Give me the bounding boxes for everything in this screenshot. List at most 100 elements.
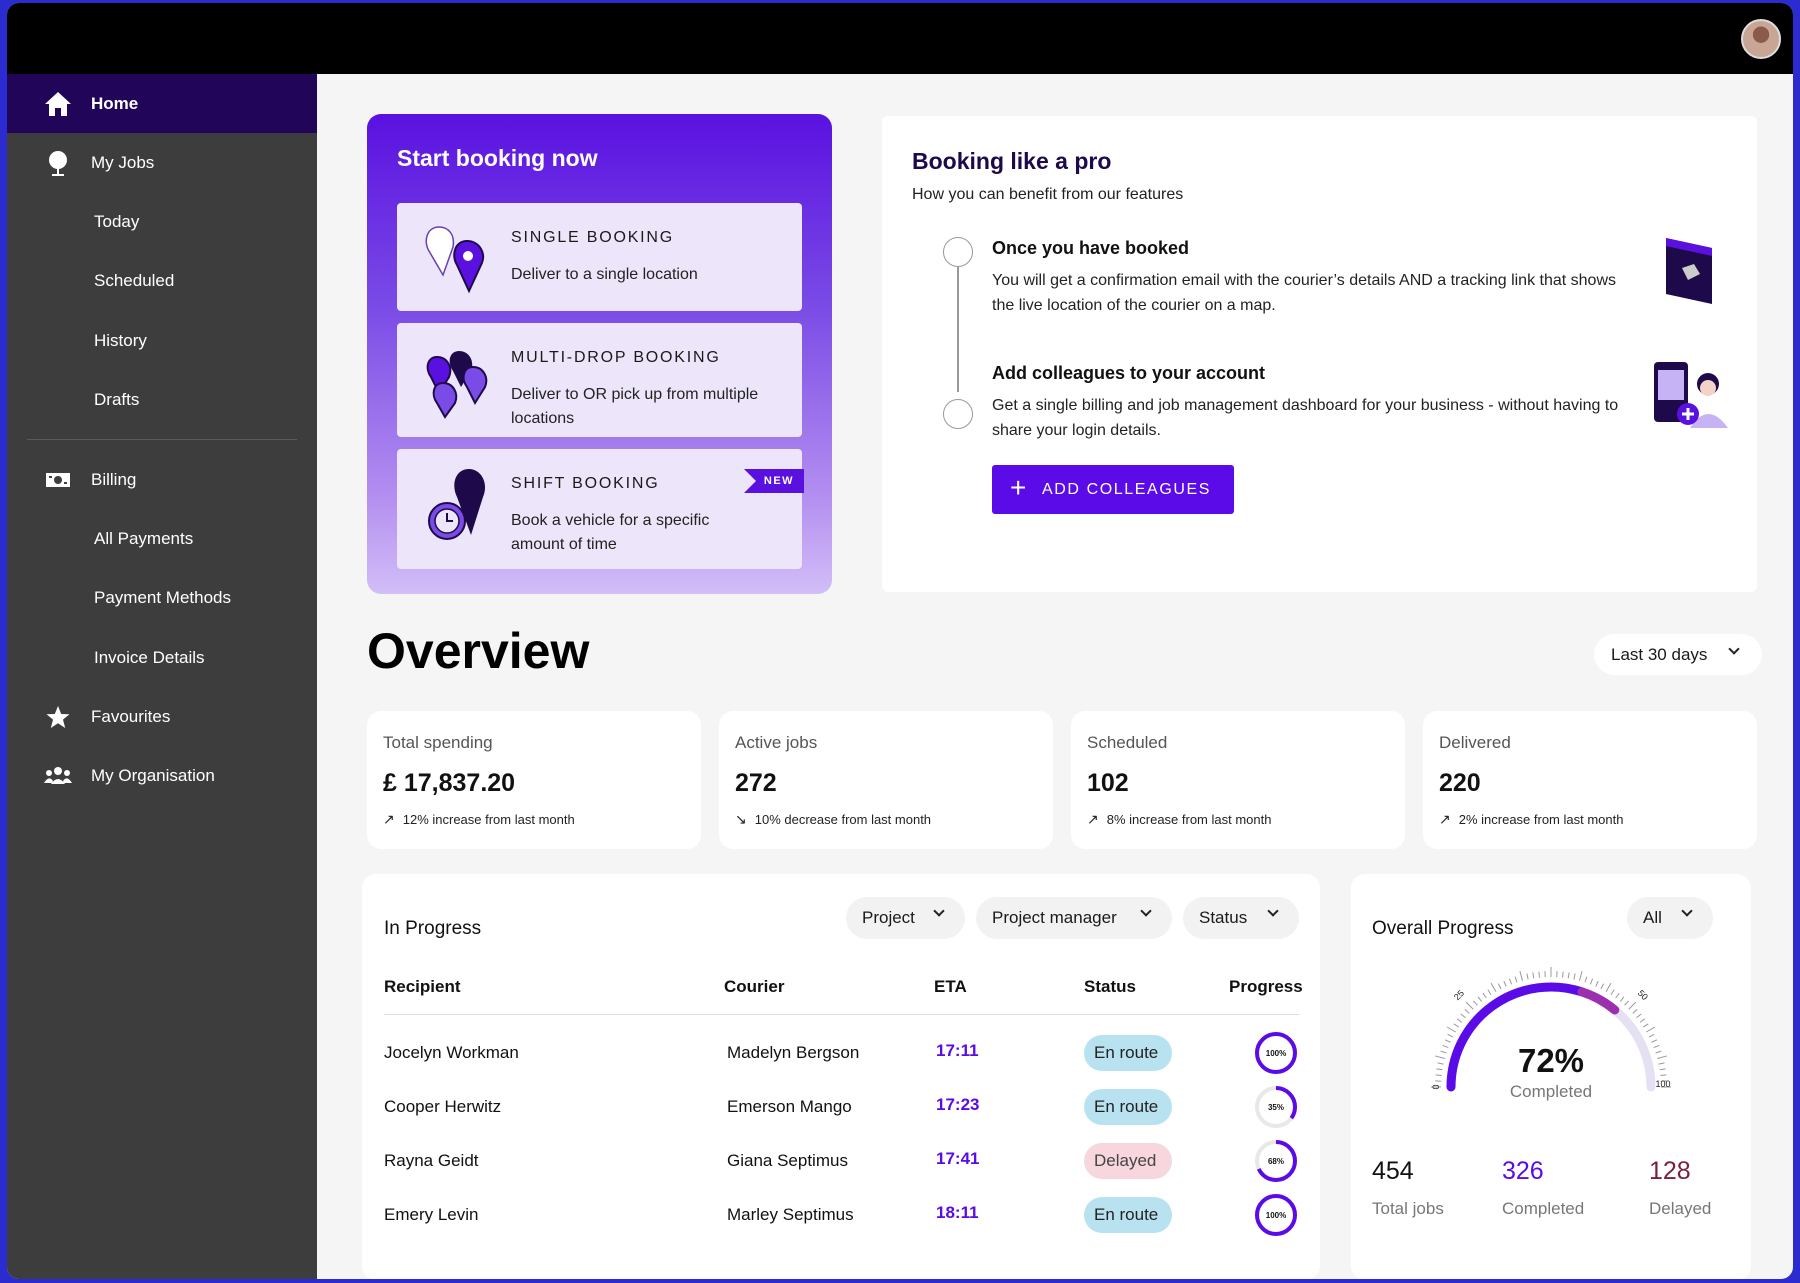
gauge-tick — [1578, 970, 1583, 981]
single-pin-icon — [425, 226, 485, 294]
step-desc: Get a single billing and job management … — [992, 397, 1619, 439]
single-booking-option[interactable]: SINGLE BOOKING Deliver to a single locat… — [397, 203, 802, 311]
gauge-tick — [1519, 970, 1524, 981]
sidebar-item-home[interactable]: Home — [7, 74, 317, 133]
sidebar-item-label: Drafts — [94, 389, 140, 409]
chevron-down-icon — [1728, 643, 1740, 655]
tracking-screen-icon — [1666, 238, 1712, 304]
add-colleagues-button[interactable]: + ADD COLLEAGUES — [992, 465, 1234, 514]
multi-drop-booking-option[interactable]: MULTI-DROP BOOKING Deliver to OR pick up… — [397, 323, 802, 437]
gauge-tick — [1610, 989, 1615, 996]
date-range-select[interactable]: Last 30 days — [1594, 634, 1762, 675]
table-row[interactable]: Emery Levin Marley Septimus 18:11 En route 1… — [362, 1188, 1320, 1242]
recipient-cell: Jocelyn Workman — [384, 1043, 519, 1062]
stat-label: Active jobs — [735, 733, 818, 752]
chevron-down-icon — [933, 905, 945, 917]
sidebar-item-scheduled[interactable]: Scheduled — [7, 251, 317, 310]
sidebar-item-billing[interactable]: Billing — [7, 450, 317, 509]
overall-progress-card: Overall Progress All 0 25 50 100 72% Com… — [1351, 874, 1751, 1279]
project-filter[interactable]: Project — [846, 897, 965, 939]
option-desc: Book a vehicle for a specific amount of … — [511, 512, 710, 553]
sidebar-divider — [27, 439, 297, 440]
status-badge: Delayed — [1084, 1143, 1172, 1179]
sidebar-item-label: Payment Methods — [94, 587, 232, 607]
gauge-tick — [1482, 992, 1487, 999]
sidebar-item-label: My Organisation — [91, 765, 215, 785]
recipient-cell: Rayna Geidt — [384, 1151, 479, 1170]
stat-card-active-jobs: Active jobs 272 ↘ 10% decrease from last … — [719, 711, 1053, 849]
gauge-tick — [1538, 971, 1540, 978]
date-range-value: Last 30 days — [1611, 644, 1708, 664]
gauge-tick — [1648, 1033, 1655, 1038]
option-title: MULTI-DROP BOOKING — [511, 349, 721, 366]
filter-label: All — [1643, 908, 1662, 927]
gauge-tick — [1532, 972, 1535, 979]
gauge-tick — [1646, 1026, 1656, 1033]
stat-value: 102 — [1087, 769, 1129, 797]
gauge-tick — [1600, 983, 1605, 990]
sidebar-item-my-jobs[interactable]: My Jobs — [7, 133, 317, 192]
shift-booking-option[interactable]: SHIFT BOOKING Book a vehicle for a speci… — [397, 449, 804, 569]
gauge-tick — [1487, 989, 1492, 996]
column-header-eta: ETA — [934, 977, 967, 996]
sidebar-item-drafts[interactable]: Drafts — [7, 370, 317, 429]
new-badge: NEW — [744, 469, 804, 493]
progress-ring-label: 100% — [1266, 1049, 1286, 1058]
gauge-tick — [1456, 1018, 1463, 1023]
stat-trend-text: 2% increase from last month — [1458, 812, 1624, 827]
eta-cell: 17:11 — [936, 1041, 979, 1060]
status-filter[interactable]: Status — [1183, 897, 1299, 939]
gauge-tick — [1624, 1000, 1629, 1006]
avatar[interactable] — [1741, 19, 1781, 59]
stat-label: Delivered — [1439, 733, 1511, 752]
delayed-value: 128 — [1649, 1157, 1691, 1185]
sidebar-item-today[interactable]: Today — [7, 192, 317, 251]
gauge-tick — [1446, 1026, 1456, 1033]
progress-ring-label: 35% — [1268, 1103, 1284, 1112]
plus-icon: + — [1010, 472, 1028, 503]
sidebar-item-label: My Jobs — [91, 152, 155, 172]
gauge-tick — [1562, 971, 1564, 978]
total-jobs-value: 454 — [1372, 1157, 1414, 1185]
booking-pro-card: Booking like a pro How you can benefit f… — [882, 116, 1757, 592]
trend-down-icon: ↘ — [735, 811, 747, 827]
table-row[interactable]: Cooper Herwitz Emerson Mango 17:23 En route… — [362, 1080, 1320, 1134]
sidebar-item-history[interactable]: History — [7, 311, 317, 370]
sidebar-item-invoice-details[interactable]: Invoice Details — [7, 628, 317, 687]
people-icon — [44, 767, 72, 784]
stat-trend: ↗ 12% increase from last month — [383, 811, 575, 828]
table-row[interactable]: Jocelyn Workman Madelyn Bergson 17:11 En ro… — [362, 1026, 1320, 1080]
stat-trend: ↗ 8% increase from last month — [1087, 811, 1271, 828]
gauge-tick — [1567, 972, 1570, 979]
sidebar-item-label: Favourites — [91, 706, 171, 726]
timeline-line — [957, 252, 959, 392]
total-jobs-label: Total jobs — [1372, 1199, 1444, 1218]
completed-value: 326 — [1502, 1157, 1544, 1185]
sidebar-item-all-payments[interactable]: All Payments — [7, 509, 317, 568]
status-badge: En route — [1084, 1089, 1172, 1125]
gauge-tick — [1526, 973, 1529, 980]
overall-filter[interactable]: All — [1627, 897, 1713, 939]
trend-up-icon: ↗ — [1087, 811, 1099, 827]
sidebar-item-label: History — [94, 330, 147, 350]
gauge-tick — [1447, 1033, 1454, 1038]
pro-title: Booking like a pro — [912, 148, 1112, 174]
sidebar-item-favourites[interactable]: Favourites — [7, 687, 317, 746]
sidebar: Home My Jobs Today Scheduled History Dra… — [7, 74, 317, 1279]
gauge-tick — [1464, 1009, 1470, 1014]
in-progress-title: In Progress — [384, 918, 482, 939]
sidebar-item-my-organisation[interactable]: My Organisation — [7, 746, 317, 805]
eta-cell: 18:11 — [936, 1203, 979, 1222]
chevron-down-icon — [1681, 905, 1693, 917]
stat-card-delivered: Delivered 220 ↗ 2% increase from last mon… — [1423, 711, 1757, 849]
table-row[interactable]: Rayna Geidt Giana Septimus 17:41 Delayed 68% — [362, 1134, 1320, 1188]
stat-label: Total spending — [383, 733, 493, 752]
option-desc: Deliver to OR pick up from multiple loca… — [511, 386, 759, 427]
column-header-recipient: Recipient — [384, 977, 461, 996]
progress-ring: 100% — [1255, 1032, 1297, 1074]
project-manager-filter[interactable]: Project manager — [976, 897, 1172, 939]
column-header-courier: Courier — [724, 977, 785, 996]
eta-cell: 17:23 — [936, 1095, 980, 1114]
sidebar-item-label: Invoice Details — [94, 647, 205, 667]
sidebar-item-payment-methods[interactable]: Payment Methods — [7, 568, 317, 627]
